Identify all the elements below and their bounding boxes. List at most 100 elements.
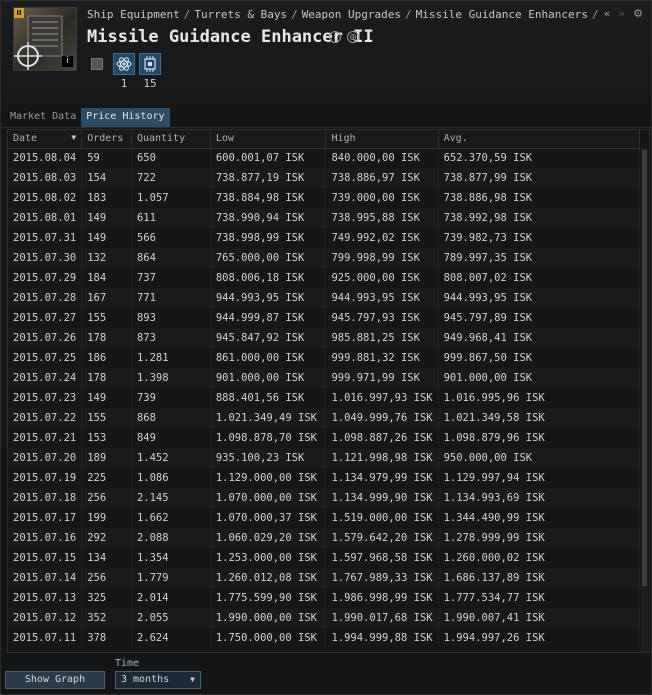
cell-avg: 1.016.995,96 ISK xyxy=(438,388,641,408)
table-row[interactable]: 2015.07.31 149 566 738.998,99 ISK 749.992,02… xyxy=(8,228,641,248)
cell-quantity: 1.398 xyxy=(131,368,211,388)
cell-date: 2015.07.18 xyxy=(8,488,83,508)
attribute-value: 1 xyxy=(120,77,128,90)
tech-level-badge: II xyxy=(14,8,24,18)
item-icon[interactable]: II i xyxy=(13,7,77,71)
cell-low: 1.098.878,70 ISK xyxy=(210,428,327,448)
settings-gear-icon[interactable]: ⚙ xyxy=(633,7,643,20)
table-row[interactable]: 2015.07.20 189 1.452 935.100,23 ISK 1.121.99… xyxy=(8,448,641,468)
tab-price-history[interactable]: Price History xyxy=(81,108,170,127)
cell-low: 738.990,94 ISK xyxy=(210,208,327,228)
cell-orders: 225 xyxy=(81,468,132,488)
table-row[interactable]: 2015.07.22 155 868 1.021.349,49 ISK 1.049.99… xyxy=(8,408,641,428)
table-row[interactable]: 2015.07.21 153 849 1.098.878,70 ISK 1.098.88… xyxy=(8,428,641,448)
table-row[interactable]: 2015.07.11 378 2.624 1.750.000,00 ISK 1.994.… xyxy=(8,628,641,648)
column-header-avg[interactable]: Avg. xyxy=(438,130,641,149)
cell-low: 1.070.000,00 ISK xyxy=(210,488,327,508)
cell-quantity: 893 xyxy=(131,308,211,328)
table-row[interactable]: 2015.07.13 325 2.014 1.775.599,90 ISK 1.986.… xyxy=(8,588,641,608)
show-graph-button[interactable]: Show Graph xyxy=(5,671,105,689)
cell-quantity: 1.281 xyxy=(131,348,211,368)
breadcrumb-item[interactable]: Turrets & Bays xyxy=(194,8,287,21)
cell-low: 944.999,87 ISK xyxy=(210,308,327,328)
cell-avg: 738.992,98 ISK xyxy=(438,208,641,228)
cell-low: 1.775.599,90 ISK xyxy=(210,588,327,608)
table-row[interactable]: 2015.07.18 256 2.145 1.070.000,00 ISK 1.134.… xyxy=(8,488,641,508)
table-row[interactable]: 2015.08.04 59 650 600.001,07 ISK 840.000,00 … xyxy=(8,148,641,168)
cell-avg: 808.007,02 ISK xyxy=(438,268,641,288)
table-row[interactable]: 2015.07.30 132 864 765.000,00 ISK 799.998,99… xyxy=(8,248,641,268)
cell-orders: 155 xyxy=(81,408,132,428)
cell-quantity: 2.624 xyxy=(131,628,211,648)
table-row[interactable]: 2015.08.01 149 611 738.990,94 ISK 738.995,88… xyxy=(8,208,641,228)
table-row[interactable]: 2015.07.16 292 2.088 1.060.029,20 ISK 1.579.… xyxy=(8,528,641,548)
target-icon[interactable]: ◎ xyxy=(347,31,359,43)
table-row[interactable]: 2015.07.26 178 873 945.847,92 ISK 985.881,25… xyxy=(8,328,641,348)
show-info-icon[interactable]: i xyxy=(329,31,341,43)
time-range-select[interactable]: 3 months ▼ xyxy=(115,671,201,689)
column-header-high[interactable]: High xyxy=(325,130,439,149)
collapse-icon[interactable]: « xyxy=(604,7,611,20)
table-row[interactable]: 2015.07.17 199 1.662 1.070.000,37 ISK 1.519.… xyxy=(8,508,641,528)
cell-date: 2015.08.01 xyxy=(8,208,83,228)
module-slot-icon xyxy=(91,58,103,70)
cell-orders: 134 xyxy=(81,548,132,568)
breadcrumb-item[interactable]: Missile Guidance Enhancers xyxy=(416,8,588,21)
table-row[interactable]: 2015.08.03 154 722 738.877,19 ISK 738.886,97… xyxy=(8,168,641,188)
cell-low: 1.060.029,20 ISK xyxy=(210,528,327,548)
cell-orders: 183 xyxy=(81,188,132,208)
dropdown-arrow-icon: ▼ xyxy=(190,675,195,684)
window-controls: « » ⚙ xyxy=(604,7,643,20)
table-row[interactable]: 2015.07.25 186 1.281 861.000,00 ISK 999.881,… xyxy=(8,348,641,368)
cell-date: 2015.07.27 xyxy=(8,308,83,328)
table-row[interactable]: 2015.07.23 149 739 888.401,56 ISK 1.016.997,… xyxy=(8,388,641,408)
cell-quantity: 1.057 xyxy=(131,188,211,208)
breadcrumb-separator: / xyxy=(405,8,412,21)
table-row[interactable]: 2015.07.29 184 737 808.006,18 ISK 925.000,00… xyxy=(8,268,641,288)
cell-date: 2015.07.15 xyxy=(8,548,83,568)
cell-avg: 950.000,00 ISK xyxy=(438,448,641,468)
table-row[interactable]: 2015.07.24 178 1.398 901.000,00 ISK 999.971,… xyxy=(8,368,641,388)
breadcrumb-item[interactable]: Ship Equipment xyxy=(87,8,180,21)
cell-high: 738.995,88 ISK xyxy=(325,208,439,228)
cell-date: 2015.07.26 xyxy=(8,328,83,348)
cell-quantity: 737 xyxy=(131,268,211,288)
cell-avg: 1.777.534,77 ISK xyxy=(438,588,641,608)
breadcrumb-separator: / xyxy=(591,8,599,21)
cell-orders: 256 xyxy=(81,488,132,508)
column-header-date[interactable]: Date ▼ xyxy=(8,130,83,149)
cell-quantity: 611 xyxy=(131,208,211,228)
table-row[interactable]: 2015.08.02 183 1.057 738.884,98 ISK 739.000,… xyxy=(8,188,641,208)
table-row[interactable]: 2015.07.19 225 1.086 1.129.000,00 ISK 1.134.… xyxy=(8,468,641,488)
table-row[interactable]: 2015.07.28 167 771 944.993,95 ISK 944.993,95… xyxy=(8,288,641,308)
cell-date: 2015.07.21 xyxy=(8,428,83,448)
forward-icon[interactable]: » xyxy=(618,7,625,20)
table-row[interactable]: 2015.07.12 352 2.055 1.990.000,00 ISK 1.990.… xyxy=(8,608,641,628)
cell-orders: 154 xyxy=(81,168,132,188)
tab-market-data[interactable]: Market Data xyxy=(5,108,81,127)
table-row[interactable]: 2015.07.14 256 1.779 1.260.012,08 ISK 1.767.… xyxy=(8,568,641,588)
cell-avg: 1.278.999,99 ISK xyxy=(438,528,641,548)
cell-high: 985.881,25 ISK xyxy=(325,328,439,348)
cell-high: 944.993,95 ISK xyxy=(325,288,439,308)
cell-avg: 738.886,98 ISK xyxy=(438,188,641,208)
time-label: Time xyxy=(115,658,140,669)
cell-avg: 945.797,89 ISK xyxy=(438,308,641,328)
table-row[interactable]: 2015.07.15 134 1.354 1.253.000,00 ISK 1.597.… xyxy=(8,548,641,568)
info-badge-icon[interactable]: i xyxy=(62,56,73,67)
cell-avg: 789.997,35 ISK xyxy=(438,248,641,268)
cell-high: 1.098.887,26 ISK xyxy=(325,428,439,448)
cell-high: 1.134.979,99 ISK xyxy=(325,468,439,488)
column-header-orders[interactable]: Orders xyxy=(81,130,132,149)
cell-low: 1.070.000,37 ISK xyxy=(210,508,327,528)
cell-orders: 167 xyxy=(81,288,132,308)
scrollbar-thumb[interactable] xyxy=(642,150,647,586)
cell-orders: 178 xyxy=(81,328,132,348)
breadcrumb-item[interactable]: Weapon Upgrades xyxy=(302,8,401,21)
cell-high: 999.881,32 ISK xyxy=(325,348,439,368)
column-header-low[interactable]: Low xyxy=(210,130,327,149)
vertical-scrollbar[interactable] xyxy=(641,148,648,652)
column-header-quantity[interactable]: Quantity xyxy=(131,130,211,149)
table-row[interactable]: 2015.07.27 155 893 944.999,87 ISK 945.797,93… xyxy=(8,308,641,328)
cell-high: 925.000,00 ISK xyxy=(325,268,439,288)
